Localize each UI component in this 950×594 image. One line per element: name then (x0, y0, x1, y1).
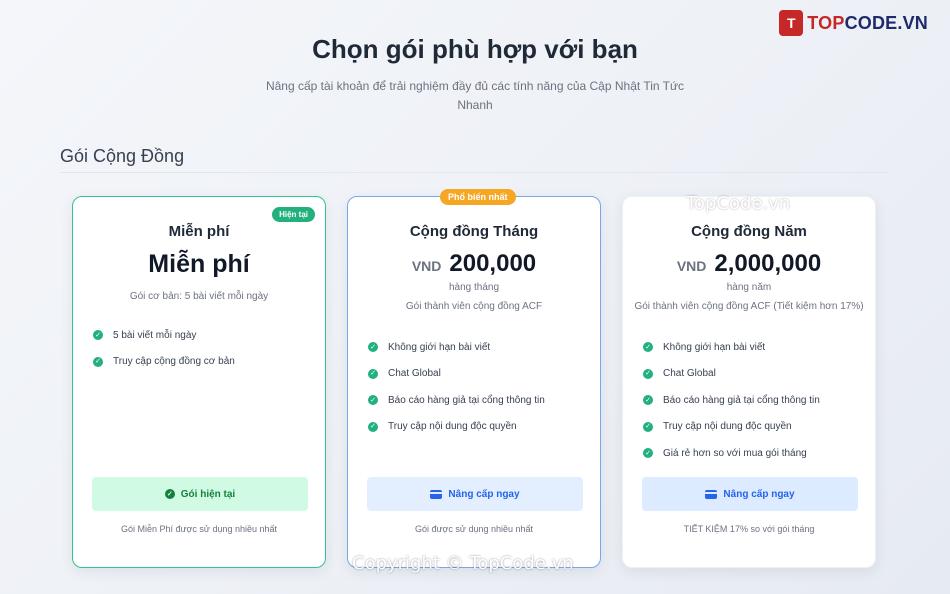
feature-item: ✓ Chat Global (643, 361, 875, 388)
feature-list: ✓ Không giới hạn bài viết ✓ Chat Global ✓ B… (368, 334, 600, 440)
plan-description: Gói cơ bản: 5 bài viết mỗi ngày (129, 291, 269, 302)
upgrade-monthly-button[interactable]: Nâng cấp ngay (367, 477, 583, 511)
page-title: Chọn gói phù hợp với bạn (312, 34, 638, 64)
plan-note: Gói được sử dụng nhiều nhất (414, 524, 534, 534)
plan-card-monthly: Phổ biến nhất Cộng đồng Tháng VND 200,00… (347, 189, 601, 568)
popular-badge: Phổ biến nhất (440, 189, 516, 205)
check-circle-icon: ✓ (164, 489, 175, 499)
check-icon: ✓ (643, 448, 653, 459)
plan-name: Cộng đồng Năm (691, 223, 807, 240)
price-row: VND 200,000 (348, 250, 600, 278)
feature-list: ✓ 5 bài viết mỗi ngày ✓ Truy cập cộng đồng… (93, 322, 325, 375)
billing-period: hàng tháng (448, 282, 500, 293)
feature-list: ✓ Không giới hạn bài viết ✓ Chat Global ✓ B… (643, 334, 875, 467)
hero: Chọn gói phù hợp với bạn Nâng cấp tài kh… (0, 34, 950, 115)
check-icon: ✓ (93, 356, 103, 367)
check-icon: ✓ (368, 342, 378, 353)
plan-price: 2,000,000 (714, 250, 822, 277)
plan-price: 200,000 (449, 250, 537, 277)
upgrade-yearly-button[interactable]: Nâng cấp ngay (642, 477, 858, 511)
feature-item: ✓ Báo cáo hàng giả tại cổng thông tin (643, 387, 875, 414)
check-icon: ✓ (368, 368, 378, 379)
plan-description: Gói thành viên cộng đồng ACF (405, 301, 543, 312)
check-icon: ✓ (643, 368, 653, 379)
feature-item: ✓ Giá rẻ hơn so với mua gói tháng (643, 440, 875, 467)
billing-period: hàng năm (726, 282, 772, 293)
feature-item: ✓ Không giới hạn bài viết (643, 334, 875, 361)
plan-card-yearly: Cộng đồng Năm VND 2,000,000 hàng năm Gói… (622, 196, 876, 568)
plan-note: TIẾT KIỆM 17% so với gói tháng (683, 524, 815, 534)
watermark-top: TopCode.vn (686, 193, 791, 214)
current-plan-button[interactable]: ✓ Gói hiện tại (92, 477, 308, 511)
page-subtitle: Nâng cấp tài khoản để trải nghiệm đầy đủ… (265, 79, 685, 112)
credit-card-icon (705, 489, 718, 499)
feature-item: ✓ 5 bài viết mỗi ngày (93, 322, 325, 349)
currency-label: VND (676, 258, 707, 274)
logo-text: TOPCODE.VN (807, 12, 928, 33)
plan-name: Miễn phí (168, 223, 230, 240)
check-icon: ✓ (643, 342, 653, 353)
watermark-bottom: Copyright © TopCode.vn (352, 553, 574, 574)
current-badge: Hiện tại (272, 207, 315, 222)
price-row: VND 2,000,000 (623, 250, 875, 278)
feature-item: ✓ Truy cập nội dung độc quyền (368, 414, 600, 441)
feature-item: ✓ Báo cáo hàng giả tại cổng thông tin (368, 387, 600, 414)
plan-card-free: Hiện tại Miễn phí Miễn phí Gói cơ bản: 5… (72, 196, 326, 568)
feature-item: ✓ Chat Global (368, 361, 600, 388)
section-divider (60, 172, 890, 173)
check-icon: ✓ (643, 421, 653, 432)
section-title: Gói Cộng Đồng (60, 146, 185, 166)
topcode-logo[interactable]: T TOPCODE.VN (779, 10, 928, 36)
check-icon: ✓ (643, 395, 653, 406)
plan-note: Gói Miễn Phí được sử dụng nhiều nhất (120, 524, 278, 534)
feature-item: ✓ Không giới hạn bài viết (368, 334, 600, 361)
check-icon: ✓ (93, 330, 103, 341)
price-row: Miễn phí (73, 250, 325, 279)
currency-label: VND (411, 258, 442, 274)
check-icon: ✓ (368, 395, 378, 406)
logo-mark-icon: T (779, 10, 804, 36)
plan-price: Miễn phí (148, 250, 250, 278)
credit-card-icon (430, 489, 443, 499)
check-icon: ✓ (368, 421, 378, 432)
plan-name: Cộng đồng Tháng (409, 223, 539, 240)
feature-item: ✓ Truy cập cộng đồng cơ bản (93, 349, 325, 376)
plan-description: Gói thành viên cộng đồng ACF (Tiết kiệm … (634, 301, 864, 312)
feature-item: ✓ Truy cập nội dung độc quyền (643, 414, 875, 441)
